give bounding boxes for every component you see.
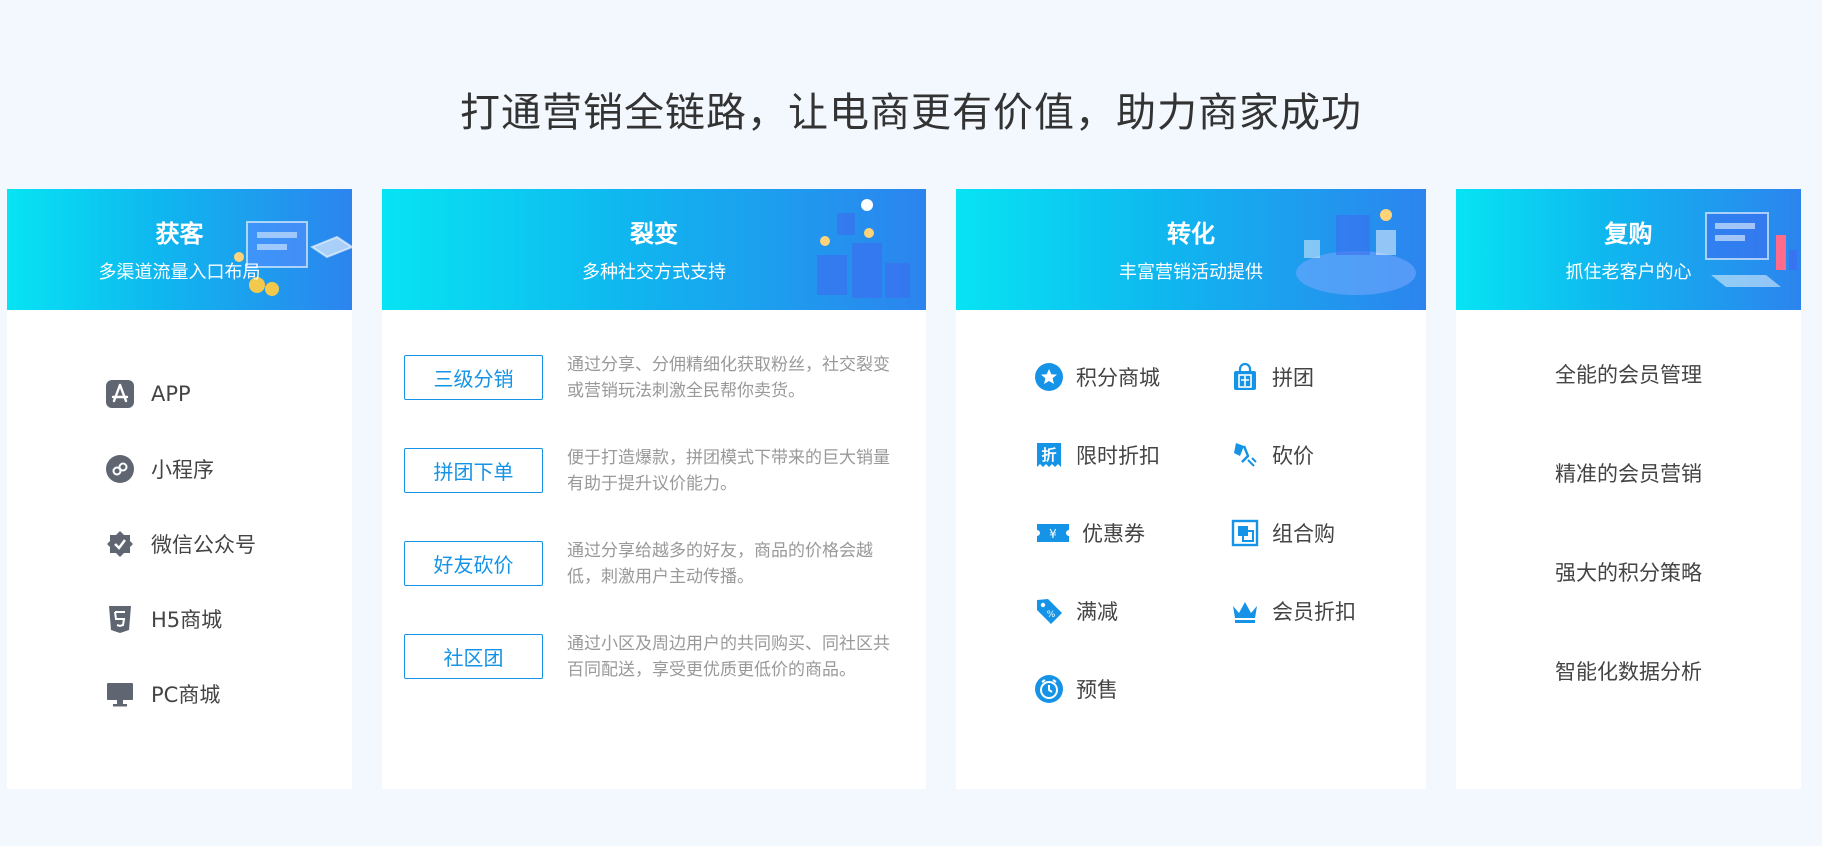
fission-tag-friend-bargain[interactable]: 好友砍价 xyxy=(404,541,543,586)
activity-combo[interactable]: 组合购 xyxy=(1230,513,1335,553)
channel-item-mini-program: 小程序 xyxy=(105,431,256,506)
convert-card-header: 转化 丰富营销活动提供 xyxy=(956,189,1426,310)
fission-card-header: 裂变 多种社交方式支持 xyxy=(382,189,926,310)
repurchase-feature-item: 全能的会员管理 xyxy=(1555,363,1702,387)
activity-label: 组合购 xyxy=(1272,522,1335,546)
crown-icon xyxy=(1230,596,1260,626)
svg-text:¥: ¥ xyxy=(1049,527,1057,541)
mini-program-icon xyxy=(105,454,135,484)
fission-item: 三级分销 通过分享、分佣精细化获取粉丝，社交裂变或营销玩法刺激全民帮你卖货。 xyxy=(404,355,904,404)
channel-item-app: APP xyxy=(105,356,256,431)
activity-presale[interactable]: 预售 xyxy=(1034,669,1118,709)
fission-item: 拼团下单 便于打造爆款，拼团模式下带来的巨大销量有助于提升议价能力。 xyxy=(404,448,904,497)
activity-bargain[interactable]: 砍价 xyxy=(1230,435,1314,475)
activity-label: 预售 xyxy=(1076,678,1118,702)
repurchase-feature-item: 智能化数据分析 xyxy=(1555,660,1702,684)
bargain-icon xyxy=(1230,440,1260,470)
activity-label: 满减 xyxy=(1076,600,1118,624)
activity-flash-discount[interactable]: 折 限时折扣 xyxy=(1034,435,1160,475)
fission-tag-community-group[interactable]: 社区团 xyxy=(404,634,543,679)
convert-subtitle: 丰富营销活动提供 xyxy=(1119,262,1263,283)
repurchase-feature-item: 精准的会员营销 xyxy=(1555,462,1702,486)
presale-clock-icon xyxy=(1034,674,1064,704)
convert-card: 转化 丰富营销活动提供 积分商城 拼团 折 限时折扣 砍价 ¥ 优惠券 组合购 xyxy=(956,189,1426,789)
fission-tag-three-level[interactable]: 三级分销 xyxy=(404,355,543,400)
activity-label: 会员折扣 xyxy=(1272,600,1356,624)
fission-desc: 通过分享、分佣精细化获取粉丝，社交裂变或营销玩法刺激全民帮你卖货。 xyxy=(567,355,890,401)
activity-label: 限时折扣 xyxy=(1076,444,1160,468)
channel-label: 微信公众号 xyxy=(151,532,256,557)
acquire-subtitle: 多渠道流量入口布局 xyxy=(98,262,261,283)
wechat-verified-icon xyxy=(105,529,135,559)
page-title: 打通营销全链路，让电商更有价值，助力商家成功 xyxy=(460,90,1362,136)
activity-full-reduction[interactable]: % 满减 xyxy=(1034,591,1118,631)
channel-item-h5: H5商城 xyxy=(105,581,256,656)
price-tag-icon: % xyxy=(1034,596,1064,626)
coupon-icon: ¥ xyxy=(1034,518,1072,548)
channel-label: H5商城 xyxy=(151,607,223,632)
fission-desc: 通过小区及周边用户的共同购买、同社区共百同配送，享受更优质更低价的商品。 xyxy=(567,634,890,680)
repurchase-subtitle: 抓住老客户的心 xyxy=(1565,262,1692,283)
repurchase-feature-list: 全能的会员管理 精准的会员营销 强大的积分策略 智能化数据分析 xyxy=(1456,359,1801,755)
acquire-title: 获客 xyxy=(155,220,204,248)
convert-title: 转化 xyxy=(1167,220,1215,248)
star-icon xyxy=(1034,362,1064,392)
fission-title: 裂变 xyxy=(630,220,678,248)
discount-badge-icon: 折 xyxy=(1034,440,1064,470)
repurchase-title: 复购 xyxy=(1604,220,1653,248)
channel-item-wechat: 微信公众号 xyxy=(105,506,256,581)
repurchase-card-header: 复购 抓住老客户的心 xyxy=(1456,189,1801,310)
acquire-channel-list: APP 小程序 微信公众号 H5商城 PC商城 xyxy=(105,356,256,731)
acquire-card-header: 获客 多渠道流量入口布局 xyxy=(7,189,352,310)
activity-label: 优惠券 xyxy=(1082,522,1145,546)
fission-card: 裂变 多种社交方式支持 三级分销 通过分享、分佣精细化获取粉丝，社交裂变或营销玩… xyxy=(382,189,926,789)
repurchase-feature-item: 强大的积分策略 xyxy=(1555,561,1702,585)
channel-label: APP xyxy=(151,381,191,406)
html5-icon xyxy=(105,604,135,634)
activity-group-buy[interactable]: 拼团 xyxy=(1230,357,1314,397)
monitor-icon xyxy=(105,679,135,709)
activity-label: 拼团 xyxy=(1272,366,1314,390)
activity-coupon[interactable]: ¥ 优惠券 xyxy=(1034,513,1145,553)
channel-label: 小程序 xyxy=(151,457,214,482)
channel-item-pc: PC商城 xyxy=(105,656,256,731)
group-bag-icon xyxy=(1230,362,1260,392)
fission-desc: 通过分享给越多的好友，商品的价格会越低，刺激用户主动传播。 xyxy=(567,541,873,587)
activity-label: 砍价 xyxy=(1272,444,1314,468)
activity-label: 积分商城 xyxy=(1076,366,1160,390)
channel-label: PC商城 xyxy=(151,682,221,707)
fission-desc: 便于打造爆款，拼团模式下带来的巨大销量有助于提升议价能力。 xyxy=(567,448,890,494)
fission-item: 社区团 通过小区及周边用户的共同购买、同社区共百同配送，享受更优质更低价的商品。 xyxy=(404,634,904,683)
activity-member-discount[interactable]: 会员折扣 xyxy=(1230,591,1356,631)
app-store-icon xyxy=(105,379,135,409)
fission-subtitle: 多种社交方式支持 xyxy=(582,262,726,283)
svg-text:%: % xyxy=(1047,610,1056,620)
repurchase-card: 复购 抓住老客户的心 全能的会员管理 精准的会员营销 强大的积分策略 智能化数据… xyxy=(1456,189,1801,789)
acquire-card: 获客 多渠道流量入口布局 APP 小程序 微信公众号 H5商城 PC商城 xyxy=(7,189,352,789)
combo-icon xyxy=(1230,518,1260,548)
svg-text:折: 折 xyxy=(1041,446,1056,464)
fission-tag-group-order[interactable]: 拼团下单 xyxy=(404,448,543,493)
fission-item: 好友砍价 通过分享给越多的好友，商品的价格会越低，刺激用户主动传播。 xyxy=(404,541,904,590)
activity-points-mall[interactable]: 积分商城 xyxy=(1034,357,1160,397)
